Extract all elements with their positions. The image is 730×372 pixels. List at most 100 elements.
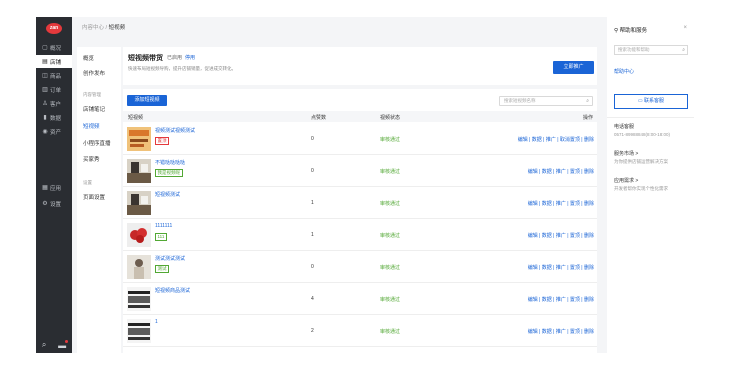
- row-actions[interactable]: 编辑 | 数据 | 推广 | 置顶 | 删除: [528, 328, 594, 335]
- help-panel: ⚲ 帮助和服务 × 搜索功能和帮助 ⌕ 帮助中心 ▭ 联系客服 电话客服 057…: [607, 17, 694, 353]
- status-badge: 审核通过: [380, 297, 401, 303]
- sidebar-item-label: 数据: [50, 115, 62, 122]
- help-search-input[interactable]: 搜索功能和帮助 ⌕: [614, 45, 688, 55]
- breadcrumb-current: 短视频: [108, 25, 126, 31]
- sidebar-item-overview[interactable]: ▢ 概况: [36, 41, 72, 54]
- subnav-item-buyershow[interactable]: 买家秀: [83, 155, 100, 163]
- sidebar-item-settings[interactable]: ⚙ 设置: [36, 197, 72, 210]
- store-icon: ▤: [42, 58, 48, 65]
- order-icon: ▥: [42, 86, 48, 93]
- app-need-link[interactable]: 应用需求 >: [614, 177, 638, 184]
- status-badge: 审核通过: [380, 169, 401, 175]
- sidebar-item-apps[interactable]: ▦ 应用: [36, 181, 72, 194]
- column-header: 视频状态: [380, 115, 401, 121]
- video-title[interactable]: 短视频商品测试: [155, 287, 190, 294]
- breadcrumb-separator: /: [105, 25, 108, 31]
- customer-icon: ♙: [42, 100, 48, 107]
- search-icon[interactable]: ⌕: [682, 46, 685, 54]
- row-actions[interactable]: 编辑 | 数据 | 推广 | 置顶 | 删除: [528, 168, 594, 175]
- status-badge: 审核通过: [380, 265, 401, 271]
- sidebar-item-label: 概况: [50, 45, 62, 52]
- sidebar-item-customer[interactable]: ♙ 客户: [36, 97, 72, 110]
- video-title[interactable]: 1: [155, 319, 158, 325]
- row-actions[interactable]: 编辑 | 数据 | 推广 | 取消置顶 | 删除: [518, 136, 594, 143]
- phone-number: 0571-89988848(8:00-18:00): [614, 132, 671, 137]
- sidebar-item-store[interactable]: ▤ 店铺: [36, 55, 72, 68]
- disable-link[interactable]: 停用: [185, 54, 195, 61]
- subnav-item-live[interactable]: 小程序直播: [83, 139, 111, 147]
- sidebar-item-label: 设置: [50, 201, 62, 208]
- asset-icon: ◉: [42, 128, 48, 135]
- video-title[interactable]: 1111111: [155, 223, 172, 229]
- promote-button[interactable]: 立即推广: [553, 61, 594, 74]
- video-thumbnail[interactable]: [127, 127, 151, 151]
- table-row: 1111111 111 1 审核通过 编辑 | 数据 | 推广 | 置顶 | 删除: [123, 219, 597, 251]
- status-badge: 审核通过: [380, 233, 401, 239]
- main-sidebar: zan ▢ 概况 ▤ 店铺 ◫ 商品 ▥ 订单 ♙ 客户 ▮ 数据 ◉ 资产 ▦ 应用 ⚙ 设置 …: [36, 17, 72, 353]
- brand-logo[interactable]: zan: [46, 23, 62, 34]
- status-text: 已启用: [167, 55, 183, 61]
- video-thumbnail[interactable]: [127, 223, 151, 247]
- sidebar-item-data[interactable]: ▮ 数据: [36, 111, 72, 124]
- help-center-link[interactable]: 帮助中心: [614, 68, 634, 75]
- search-input[interactable]: 搜索短视频名称 ⌕: [499, 96, 593, 106]
- app-need-desc: 开发者帮你实现个性化需求: [614, 186, 668, 191]
- row-actions[interactable]: 编辑 | 数据 | 推广 | 置顶 | 删除: [528, 264, 594, 271]
- sidebar-item-order[interactable]: ▥ 订单: [36, 83, 72, 96]
- table-row: 视频测试视频测试 置顶 0 审核通过 编辑 | 数据 | 推广 | 取消置顶 | 删除: [123, 123, 597, 155]
- row-actions[interactable]: 编辑 | 数据 | 推广 | 置顶 | 删除: [528, 296, 594, 303]
- video-tag: 置顶: [155, 137, 169, 145]
- contact-support-button[interactable]: ▭ 联系客服: [614, 94, 688, 109]
- video-tag: 我是视频呢: [155, 169, 183, 177]
- service-market-desc: 为你提供店铺运营解决方案: [614, 159, 668, 164]
- close-icon[interactable]: ×: [683, 25, 687, 31]
- divider: [607, 117, 694, 118]
- video-tag: 测试: [155, 265, 169, 273]
- sidebar-item-label: 订单: [50, 87, 62, 94]
- likes-count: 1: [311, 200, 314, 206]
- video-thumbnail[interactable]: [127, 287, 151, 311]
- overview-icon: ▢: [42, 44, 48, 51]
- help-title-text: 帮助和服务: [619, 28, 648, 34]
- apps-icon: ▦: [42, 184, 48, 191]
- subnav-item-publish[interactable]: 创作发布: [83, 69, 105, 77]
- video-thumbnail[interactable]: [127, 319, 151, 343]
- row-actions[interactable]: 编辑 | 数据 | 推广 | 置顶 | 删除: [528, 200, 594, 207]
- subnav-group-content: 内容管理: [83, 92, 101, 97]
- search-icon[interactable]: ⌕: [42, 340, 46, 350]
- column-header: 短视频: [128, 115, 144, 121]
- video-title[interactable]: 短视频测试: [155, 191, 180, 198]
- sidebar-item-label: 资产: [50, 129, 62, 136]
- video-title[interactable]: 不错哒哒哒哒: [155, 159, 185, 166]
- table-header: 短视频 点赞数 视频状态 操作: [123, 111, 597, 122]
- goods-icon: ◫: [42, 72, 48, 79]
- breadcrumb-parent[interactable]: 内容中心: [82, 25, 104, 31]
- row-actions[interactable]: 编辑 | 数据 | 推广 | 置顶 | 删除: [528, 232, 594, 239]
- search-placeholder: 搜索短视频名称: [504, 98, 536, 103]
- secondary-nav: 概览 创作发布 内容管理 店铺笔记 短视频 小程序直播 买家秀 设置 页面设置: [77, 47, 121, 353]
- search-icon[interactable]: ⌕: [586, 97, 589, 105]
- video-title[interactable]: 视频测试视频测试: [155, 127, 195, 134]
- likes-count: 1: [311, 232, 314, 238]
- subnav-item-shortvideo[interactable]: 短视频: [83, 122, 100, 130]
- subnav-item-page-settings[interactable]: 页面设置: [83, 193, 105, 201]
- video-thumbnail[interactable]: [127, 159, 151, 183]
- video-thumbnail[interactable]: [127, 191, 151, 215]
- sidebar-item-asset[interactable]: ◉ 资产: [36, 125, 72, 138]
- page-description: 快速布局短视频导购，提升店铺销量，促进成交转化。: [128, 66, 236, 71]
- table-row: 1 2 审核通过 编辑 | 数据 | 推广 | 置顶 | 删除: [123, 315, 597, 347]
- column-header: 操作: [582, 115, 593, 121]
- video-title[interactable]: 测试测试测试: [155, 255, 185, 262]
- likes-count: 0: [311, 264, 314, 270]
- add-video-button[interactable]: 添加短视频: [127, 95, 167, 106]
- video-thumbnail[interactable]: [127, 255, 151, 279]
- status-badge: 审核通过: [380, 329, 401, 335]
- table-row: 不错哒哒哒哒 我是视频呢 0 审核通过 编辑 | 数据 | 推广 | 置顶 | 删除: [123, 155, 597, 187]
- status-badge: 审核通过: [380, 201, 401, 207]
- app-window: zan ▢ 概况 ▤ 店铺 ◫ 商品 ▥ 订单 ♙ 客户 ▮ 数据 ◉ 资产 ▦ 应用 ⚙ 设置 …: [36, 17, 694, 353]
- service-market-link[interactable]: 服务市场 >: [614, 150, 638, 157]
- message-icon[interactable]: ▬: [58, 339, 69, 350]
- subnav-item-overview[interactable]: 概览: [83, 54, 94, 62]
- sidebar-item-goods[interactable]: ◫ 商品: [36, 69, 72, 82]
- subnav-item-notes[interactable]: 店铺笔记: [83, 105, 105, 113]
